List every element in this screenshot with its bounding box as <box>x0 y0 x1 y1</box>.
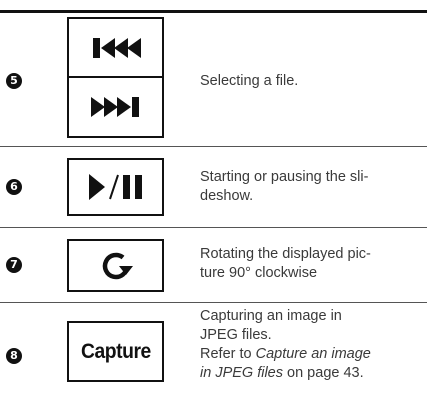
top-rule <box>0 10 427 13</box>
next-file-icon <box>90 95 141 119</box>
row-8-description: Capturing an image in JPEG files. Refer … <box>200 308 371 381</box>
step-number-5: 5 <box>6 73 22 89</box>
step-number-8: 8 <box>6 348 22 364</box>
play-pause-icon <box>85 171 147 203</box>
row-5-description: Selecting a file. <box>200 73 299 89</box>
previous-file-icon <box>91 36 141 60</box>
row-6-description: Starting or pausing the sli- deshow. <box>200 169 369 204</box>
capture-button[interactable]: Capture <box>67 321 164 382</box>
rotate-clockwise-icon <box>99 249 133 283</box>
page-reference-link[interactable]: in JPEG files <box>200 365 283 381</box>
row-divider <box>0 146 427 147</box>
row-divider <box>0 302 427 303</box>
next-file-button[interactable] <box>67 76 164 138</box>
step-number-6: 6 <box>6 179 22 195</box>
step-number-7: 7 <box>6 257 22 273</box>
row-7-description: Rotating the displayed pic- ture 90° clo… <box>200 246 371 281</box>
rotate-button[interactable] <box>67 239 164 292</box>
page-reference-link[interactable]: Capture an image <box>256 346 371 362</box>
row-divider <box>0 227 427 228</box>
play-pause-button[interactable] <box>67 158 164 216</box>
capture-button-label: Capture <box>80 339 151 363</box>
previous-file-button[interactable] <box>67 17 164 78</box>
